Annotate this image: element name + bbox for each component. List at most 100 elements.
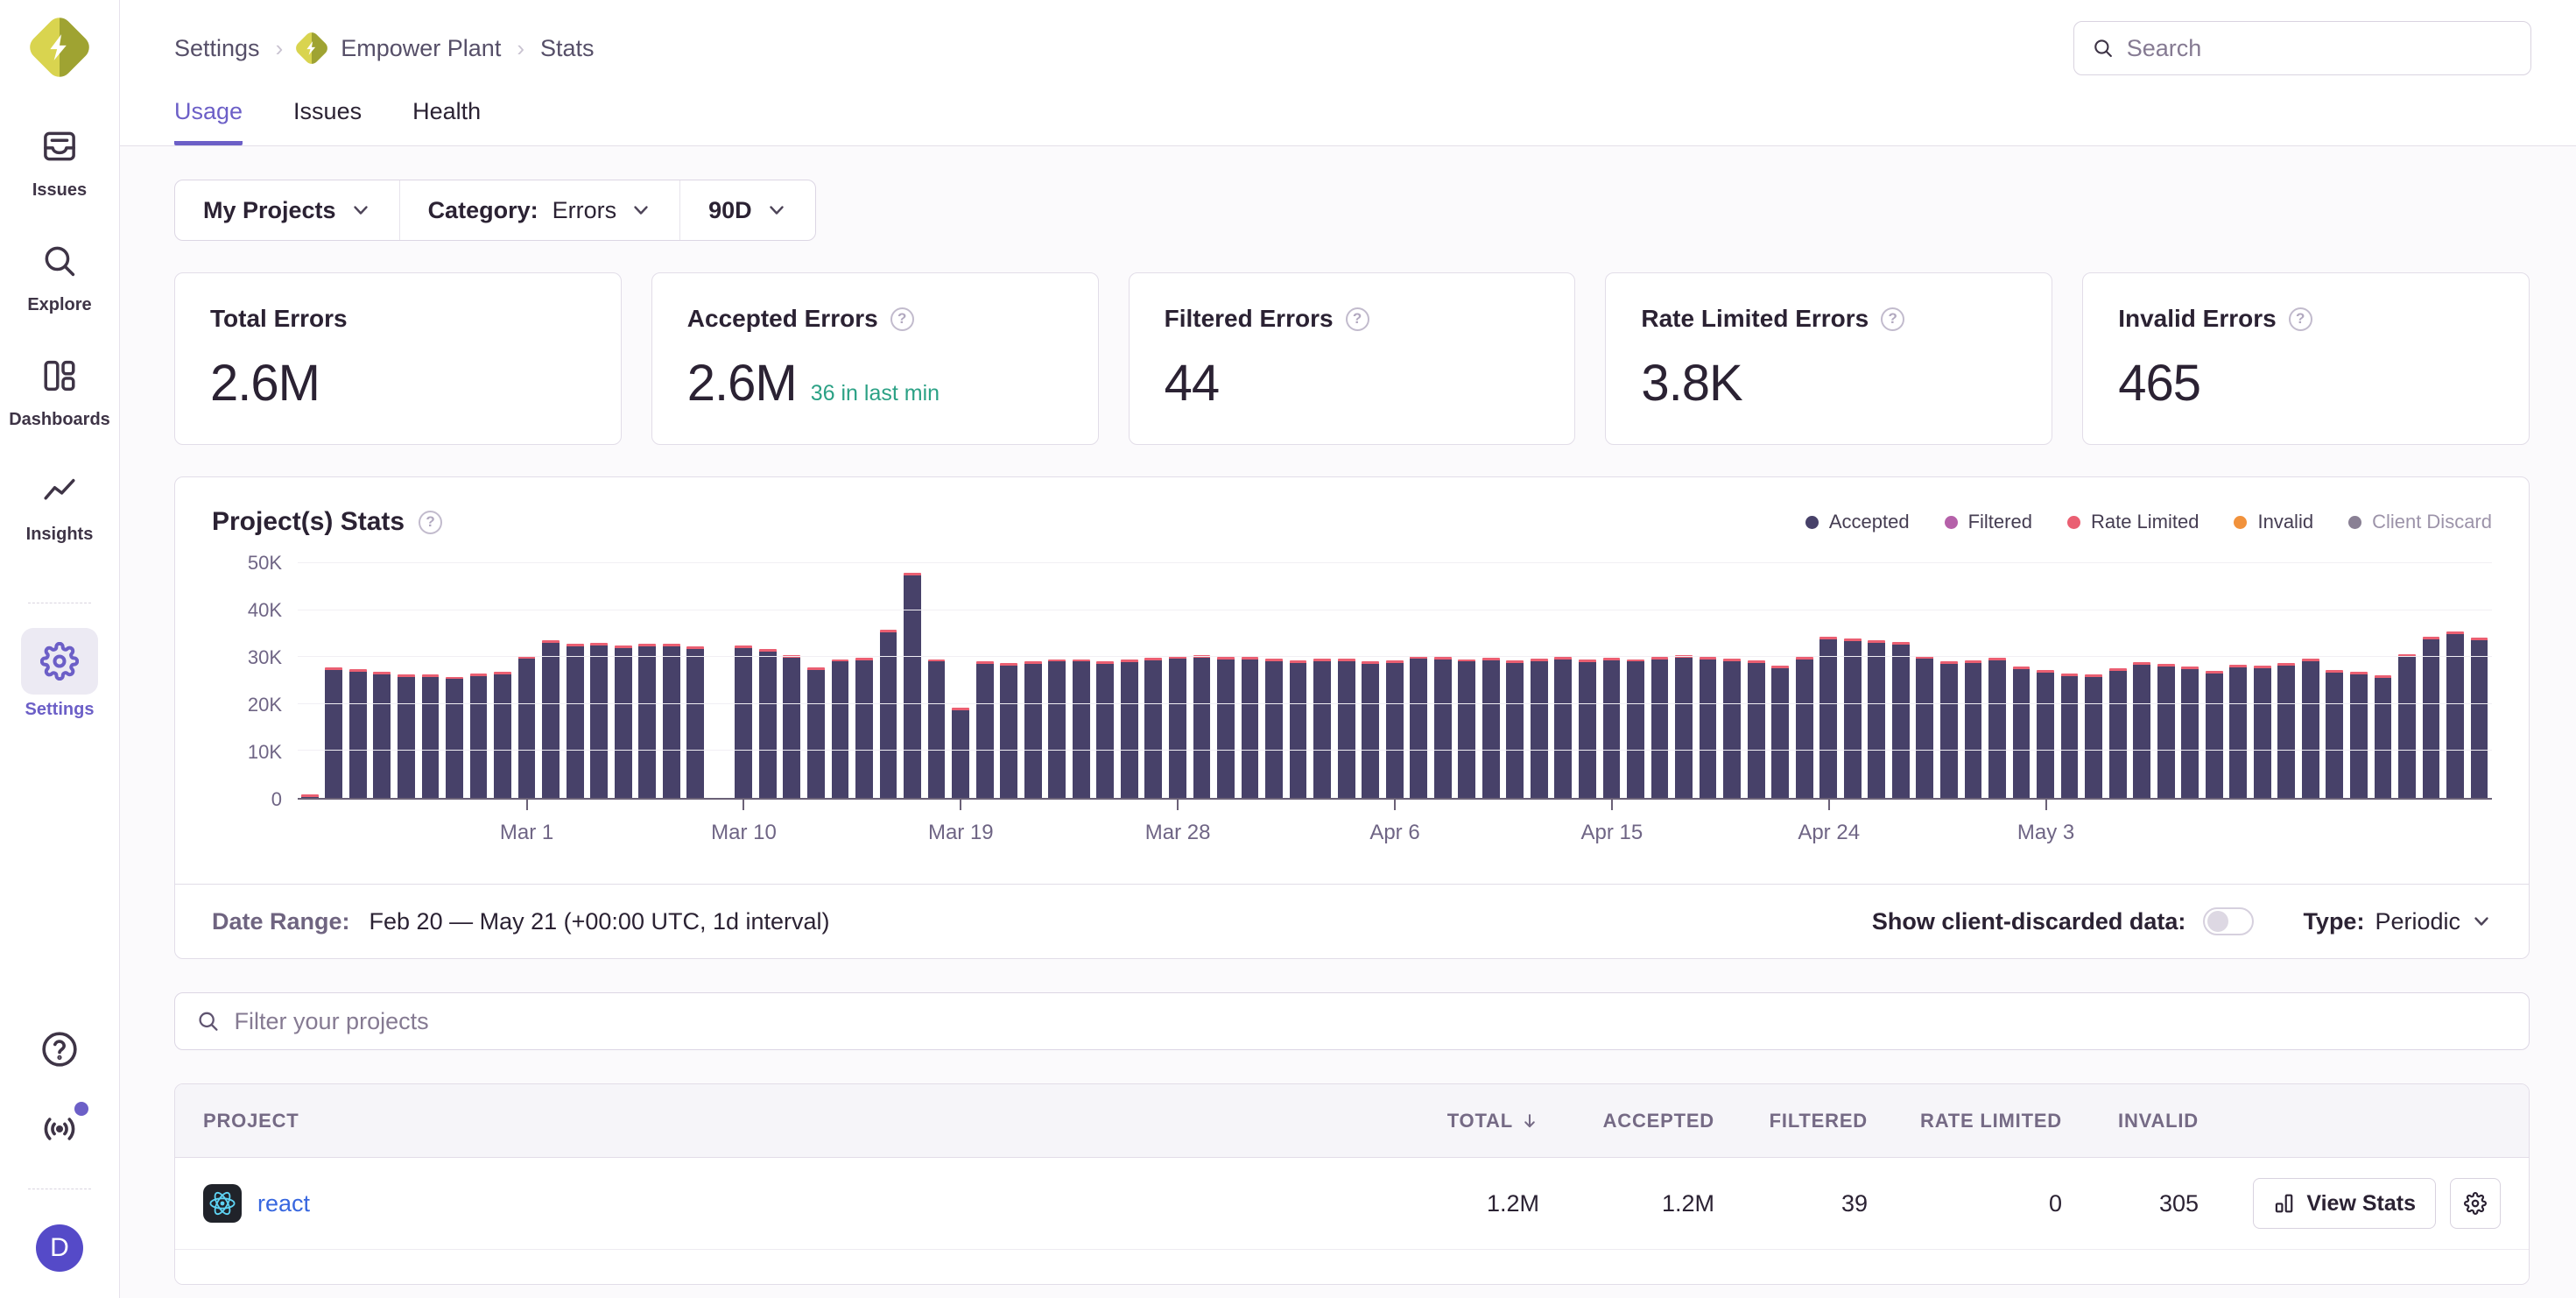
bar bbox=[1262, 563, 1286, 798]
projects-filter-dropdown[interactable]: My Projects bbox=[175, 180, 399, 240]
tab-health[interactable]: Health bbox=[412, 98, 481, 145]
col-header-invalid[interactable]: INVALID bbox=[2062, 1110, 2199, 1132]
chart-legend: Accepted Filtered Rate Limited Invalid C… bbox=[1805, 511, 2492, 533]
bar bbox=[1792, 563, 1817, 798]
bar bbox=[298, 563, 322, 798]
sidebar-item-explore[interactable]: Explore bbox=[0, 232, 119, 315]
tab-issues[interactable]: Issues bbox=[293, 98, 362, 145]
category-filter-label: Category: bbox=[428, 197, 538, 224]
project-filter[interactable] bbox=[174, 992, 2530, 1050]
legend-accepted[interactable]: Accepted bbox=[1805, 511, 1910, 533]
info-icon[interactable]: ? bbox=[419, 511, 442, 534]
card-title: Filtered Errors bbox=[1165, 305, 1334, 333]
bar bbox=[635, 563, 659, 798]
bar bbox=[2419, 563, 2444, 798]
x-axis-label: Mar 28 bbox=[1145, 821, 1211, 845]
y-axis-label: 50K bbox=[248, 552, 282, 575]
x-axis-tick bbox=[1394, 798, 1396, 810]
legend-swatch bbox=[1945, 516, 1958, 529]
help-button[interactable] bbox=[39, 1029, 80, 1074]
col-header-rate-limited[interactable]: RATE LIMITED bbox=[1868, 1110, 2062, 1132]
breadcrumb-org[interactable]: Empower Plant bbox=[341, 35, 501, 62]
bar bbox=[1190, 563, 1214, 798]
col-header-total[interactable]: TOTAL bbox=[1364, 1110, 1539, 1132]
breadcrumb-settings[interactable]: Settings bbox=[174, 35, 260, 62]
category-filter-dropdown[interactable]: Category: Errors bbox=[399, 180, 680, 240]
breadcrumb-stats[interactable]: Stats bbox=[540, 35, 595, 62]
x-axis-label: May 3 bbox=[2017, 821, 2074, 845]
bar bbox=[996, 563, 1021, 798]
info-icon[interactable]: ? bbox=[1881, 307, 1904, 331]
bar bbox=[1021, 563, 1045, 798]
project-filter-input[interactable] bbox=[235, 1008, 2508, 1035]
bar bbox=[1117, 563, 1142, 798]
bar bbox=[2347, 563, 2371, 798]
gear-icon bbox=[2464, 1192, 2487, 1215]
bar bbox=[611, 563, 636, 798]
sidebar-item-insights[interactable]: Insights bbox=[0, 462, 119, 545]
sidebar-label-insights: Insights bbox=[26, 525, 94, 545]
sidebar-item-settings[interactable]: Settings bbox=[0, 628, 119, 720]
col-header-filtered[interactable]: FILTERED bbox=[1714, 1110, 1868, 1132]
bar bbox=[1961, 563, 1986, 798]
client-discard-toggle[interactable] bbox=[2203, 907, 2254, 935]
bar bbox=[2467, 563, 2492, 798]
bar bbox=[1527, 563, 1552, 798]
category-filter-value: Errors bbox=[553, 197, 617, 224]
info-icon[interactable]: ? bbox=[890, 307, 914, 331]
global-search-input[interactable] bbox=[2127, 35, 2513, 62]
type-dropdown[interactable]: Type: Periodic bbox=[2303, 908, 2492, 935]
breadcrumb-separator: › bbox=[517, 35, 524, 62]
legend-invalid[interactable]: Invalid bbox=[2234, 511, 2313, 533]
gridline bbox=[298, 750, 2492, 751]
legend-filtered[interactable]: Filtered bbox=[1945, 511, 2032, 533]
bar bbox=[2227, 563, 2251, 798]
bar bbox=[490, 563, 515, 798]
project-link[interactable]: react bbox=[257, 1190, 310, 1217]
legend-label: Invalid bbox=[2257, 511, 2313, 533]
sidebar-label-dashboards: Dashboards bbox=[9, 410, 110, 430]
user-avatar[interactable]: D bbox=[36, 1224, 83, 1272]
x-axis-label: Mar 10 bbox=[711, 821, 777, 845]
legend-label: Filtered bbox=[1968, 511, 2032, 533]
bar bbox=[1310, 563, 1334, 798]
app-logo-icon[interactable] bbox=[25, 12, 94, 81]
project-settings-button[interactable] bbox=[2450, 1178, 2501, 1229]
y-axis-label: 30K bbox=[248, 646, 282, 669]
bar bbox=[538, 563, 563, 798]
legend-label: Client Discard bbox=[2372, 511, 2492, 533]
org-logo-icon bbox=[293, 30, 330, 67]
y-axis-label: 0 bbox=[271, 788, 282, 811]
bar bbox=[1889, 563, 1913, 798]
cell-rate-limited: 0 bbox=[1868, 1190, 2062, 1217]
view-stats-button[interactable]: View Stats bbox=[2253, 1178, 2436, 1229]
whats-new-button[interactable] bbox=[39, 1109, 80, 1153]
col-header-project[interactable]: PROJECT bbox=[203, 1110, 1364, 1132]
client-discard-toggle-label: Show client-discarded data: bbox=[1872, 908, 2186, 935]
type-value: Periodic bbox=[2375, 908, 2460, 935]
sidebar-item-issues[interactable]: Issues bbox=[0, 117, 119, 201]
legend-rate-limited[interactable]: Rate Limited bbox=[2067, 511, 2199, 533]
card-total-errors: Total Errors 2.6M bbox=[174, 272, 622, 445]
bar bbox=[2298, 563, 2323, 798]
chart-plot: Mar 1Mar 10Mar 19Mar 28Apr 6Apr 15Apr 24… bbox=[298, 563, 2492, 800]
legend-label: Rate Limited bbox=[2091, 511, 2199, 533]
sidebar: Issues Explore Dashboards Insights Sett bbox=[0, 0, 120, 1298]
tab-usage[interactable]: Usage bbox=[174, 98, 243, 145]
info-icon[interactable]: ? bbox=[1346, 307, 1369, 331]
issues-icon bbox=[21, 117, 98, 175]
col-header-accepted[interactable]: ACCEPTED bbox=[1539, 1110, 1714, 1132]
card-value: 3.8K bbox=[1641, 354, 1742, 413]
bar bbox=[1503, 563, 1528, 798]
bar bbox=[1214, 563, 1238, 798]
dashboards-icon bbox=[21, 347, 98, 405]
date-range-dropdown[interactable]: 90D bbox=[679, 180, 815, 240]
bar bbox=[1865, 563, 1890, 798]
global-search[interactable] bbox=[2073, 21, 2531, 75]
bar bbox=[587, 563, 611, 798]
x-axis-tick bbox=[2045, 798, 2047, 810]
gridline bbox=[298, 562, 2492, 563]
info-icon[interactable]: ? bbox=[2289, 307, 2312, 331]
legend-client-discard[interactable]: Client Discard bbox=[2348, 511, 2492, 533]
sidebar-item-dashboards[interactable]: Dashboards bbox=[0, 347, 119, 430]
